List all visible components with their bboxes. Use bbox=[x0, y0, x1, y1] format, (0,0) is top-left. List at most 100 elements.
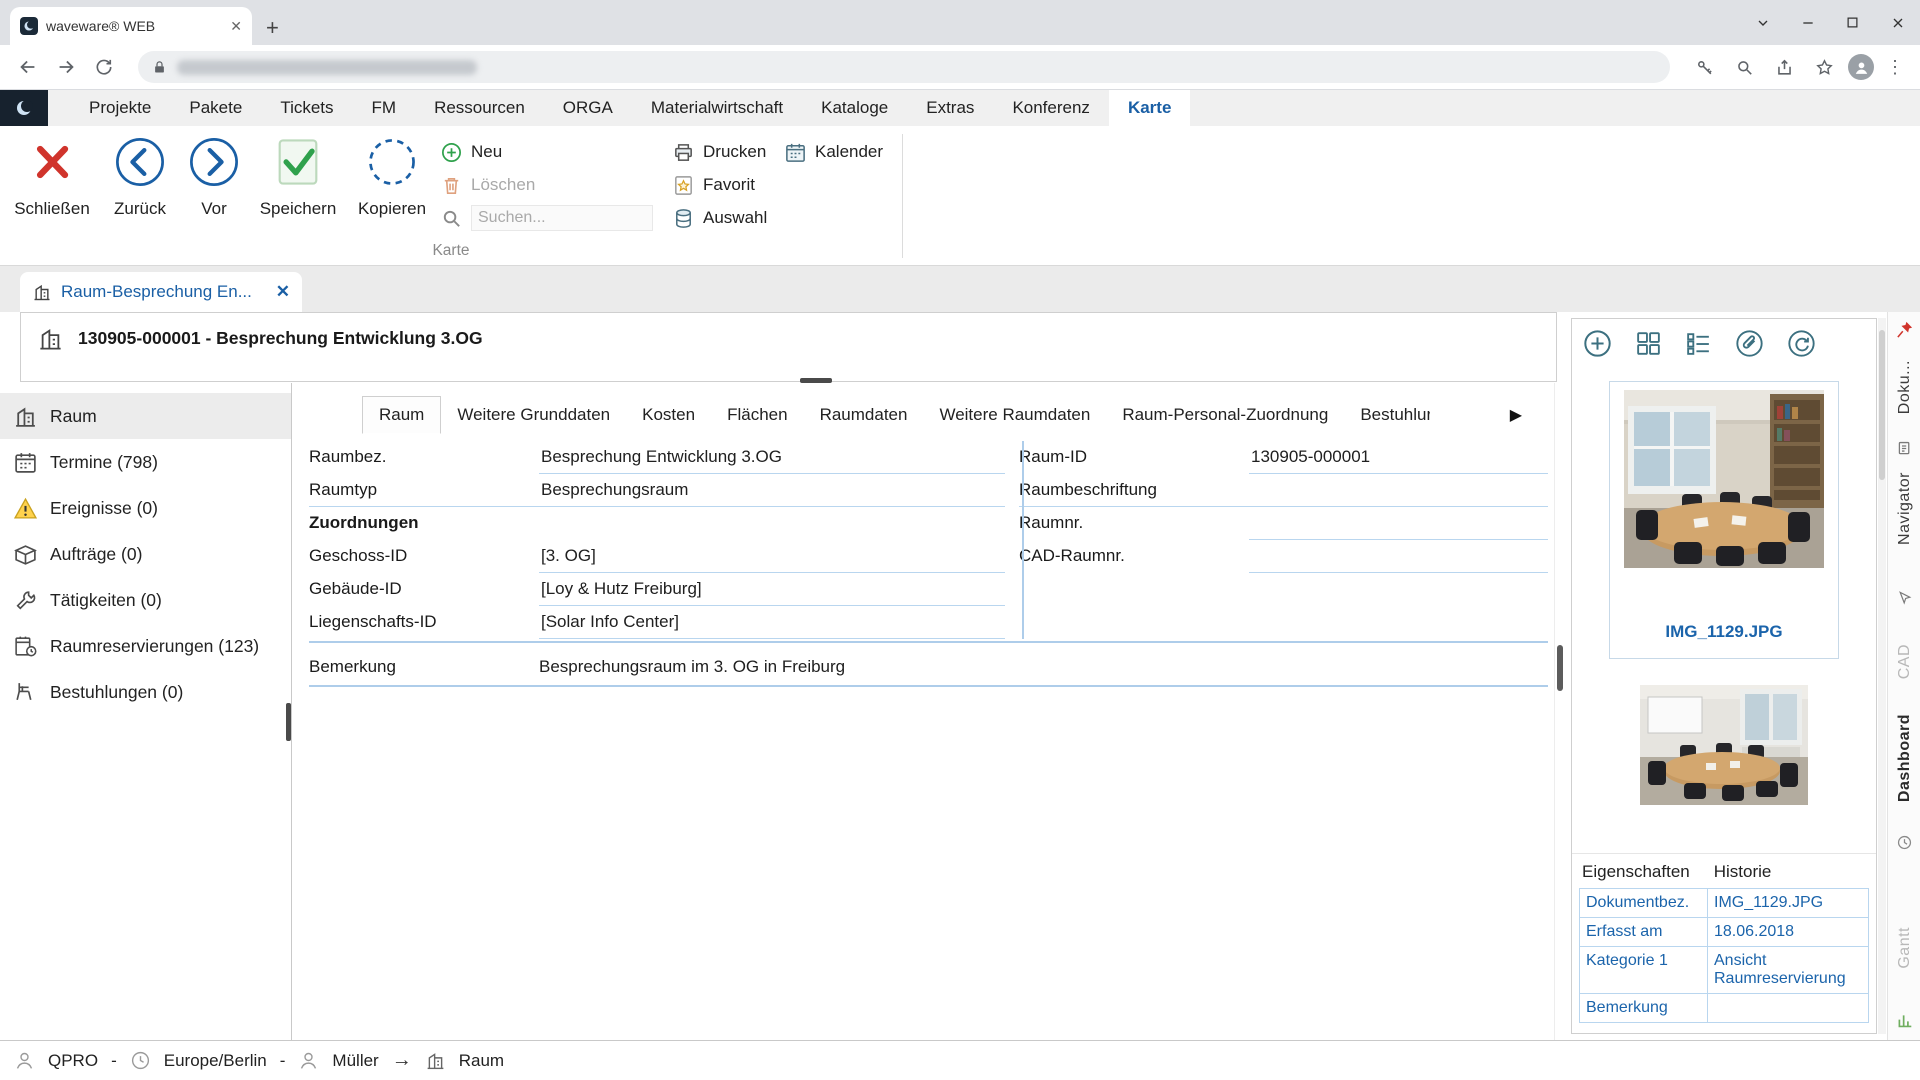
vertical-splitter-handle[interactable] bbox=[286, 703, 291, 741]
window-minimize-icon[interactable] bbox=[1785, 0, 1830, 45]
field-bemerkung[interactable]: Besprechungsraum im 3. OG in Freiburg bbox=[539, 651, 1548, 685]
menu-projekte[interactable]: Projekte bbox=[70, 90, 170, 126]
tab-close-icon[interactable]: ✕ bbox=[230, 18, 242, 35]
sidebar-item-termine[interactable]: Termine (798) bbox=[0, 439, 291, 485]
field-raumtyp[interactable]: Besprechungsraum bbox=[539, 474, 1005, 507]
menu-karte[interactable]: Karte bbox=[1109, 90, 1190, 126]
menu-materialwirtschaft[interactable]: Materialwirtschaft bbox=[632, 90, 802, 126]
menu-konferenz[interactable]: Konferenz bbox=[993, 90, 1109, 126]
document-filename[interactable]: IMG_1129.JPG bbox=[1665, 622, 1782, 642]
menu-ressourcen[interactable]: Ressourcen bbox=[415, 90, 544, 126]
save-button[interactable]: Speichern bbox=[254, 134, 342, 219]
zoom-icon[interactable] bbox=[1728, 51, 1760, 83]
room-photo-2[interactable] bbox=[1640, 685, 1808, 805]
menu-kataloge[interactable]: Kataloge bbox=[802, 90, 907, 126]
field-raumnr[interactable] bbox=[1249, 507, 1548, 540]
room-photo-1[interactable] bbox=[1624, 390, 1824, 568]
new-tab-button[interactable]: + bbox=[266, 17, 279, 39]
document-tab-raum[interactable]: Raum-Besprechung En... ✕ bbox=[20, 272, 302, 312]
document-thumbnail-card[interactable]: IMG_1129.JPG bbox=[1609, 381, 1839, 659]
documents-stack-icon[interactable] bbox=[1888, 440, 1920, 457]
tab-raum-personal-zuordnung[interactable]: Raum-Personal-Zuordnung bbox=[1106, 397, 1344, 433]
browser-menu-icon[interactable]: ⋮ bbox=[1882, 57, 1908, 78]
calendar-button[interactable]: Kalender bbox=[784, 138, 883, 166]
window-maximize-icon[interactable] bbox=[1830, 0, 1875, 45]
new-button[interactable]: Neu bbox=[440, 138, 502, 166]
clock-icon[interactable] bbox=[1888, 834, 1920, 851]
favorite-button[interactable]: Favorit bbox=[672, 171, 755, 199]
refresh-icon[interactable] bbox=[1786, 328, 1817, 359]
browser-back-button[interactable] bbox=[12, 51, 44, 83]
rail-item-gantt[interactable]: Gantt bbox=[1888, 927, 1920, 969]
menu-fm[interactable]: FM bbox=[353, 90, 416, 126]
copy-button[interactable]: Kopieren bbox=[348, 134, 436, 219]
tab-kosten[interactable]: Kosten bbox=[626, 397, 711, 433]
app-logo[interactable] bbox=[0, 90, 48, 126]
sidebar-item-ereignisse[interactable]: Ereignisse (0) bbox=[0, 485, 291, 531]
field-liegenschafts-id[interactable]: [Solar Info Center] bbox=[539, 606, 1005, 639]
sidebar-item-raum[interactable]: Raum bbox=[0, 393, 291, 439]
form-vertical-scrollbar[interactable] bbox=[1554, 383, 1564, 1040]
browser-profile-avatar[interactable] bbox=[1848, 54, 1874, 80]
browser-reload-button[interactable] bbox=[88, 51, 120, 83]
field-geschoss-id[interactable]: [3. OG] bbox=[539, 540, 1005, 573]
list-view-icon[interactable] bbox=[1684, 329, 1713, 358]
delete-button[interactable]: Löschen bbox=[440, 171, 535, 199]
field-raumbez[interactable]: Besprechung Entwicklung 3.OG bbox=[539, 441, 1005, 474]
tab-raumdaten[interactable]: Raumdaten bbox=[804, 397, 924, 433]
print-button[interactable]: Drucken bbox=[672, 138, 766, 166]
person-icon bbox=[14, 1050, 35, 1071]
menu-orga[interactable]: ORGA bbox=[544, 90, 632, 126]
field-raumbeschriftung[interactable] bbox=[1249, 474, 1548, 507]
browser-tab[interactable]: waveware® WEB ✕ bbox=[10, 7, 252, 45]
tab-bestuhlung[interactable]: Bestuhlur bbox=[1344, 397, 1430, 433]
field-gebaeude-id[interactable]: [Loy & Hutz Freiburg] bbox=[539, 573, 1005, 606]
tab-historie[interactable]: Historie bbox=[1714, 862, 1772, 882]
key-icon[interactable] bbox=[1688, 51, 1720, 83]
property-value[interactable]: Ansicht Raumreservierung bbox=[1708, 947, 1869, 994]
tab-eigenschaften[interactable]: Eigenschaften bbox=[1582, 862, 1690, 882]
window-close-icon[interactable] bbox=[1875, 0, 1920, 45]
attachment-icon[interactable] bbox=[1734, 328, 1765, 359]
ribbon-search-input[interactable] bbox=[471, 205, 653, 231]
sidebar-item-bestuhlungen[interactable]: Bestuhlungen (0) bbox=[0, 669, 291, 715]
url-field[interactable] bbox=[138, 51, 1670, 83]
bar-chart-icon[interactable] bbox=[1888, 1012, 1920, 1029]
close-record-button[interactable]: Schließen bbox=[8, 134, 96, 219]
panel-scrollbar-thumb[interactable] bbox=[1879, 330, 1885, 480]
forward-record-button[interactable]: Vor bbox=[170, 134, 258, 219]
sidebar-item-auftraege[interactable]: Aufträge (0) bbox=[0, 531, 291, 577]
menu-extras[interactable]: Extras bbox=[907, 90, 993, 126]
grid-view-icon[interactable] bbox=[1634, 329, 1663, 358]
selection-button[interactable]: Auswahl bbox=[672, 204, 767, 232]
property-value[interactable]: IMG_1129.JPG bbox=[1708, 889, 1869, 918]
window-menu-chevron-icon[interactable] bbox=[1740, 0, 1785, 45]
field-raum-id[interactable]: 130905-000001 bbox=[1249, 441, 1548, 474]
rail-item-cad[interactable]: CAD bbox=[1888, 644, 1920, 679]
tabs-overflow-arrow[interactable]: ▶ bbox=[1510, 405, 1522, 425]
bookmark-star-icon[interactable] bbox=[1808, 51, 1840, 83]
document-tab-close-icon[interactable]: ✕ bbox=[276, 282, 290, 302]
scrollbar-thumb[interactable] bbox=[1557, 645, 1563, 691]
field-cad-raumnr[interactable] bbox=[1249, 540, 1548, 573]
tab-raum[interactable]: Raum bbox=[362, 396, 441, 434]
lock-icon[interactable] bbox=[152, 60, 167, 75]
menu-pakete[interactable]: Pakete bbox=[170, 90, 261, 126]
tab-weitere-raumdaten[interactable]: Weitere Raumdaten bbox=[923, 397, 1106, 433]
share-icon[interactable] bbox=[1768, 51, 1800, 83]
property-value[interactable] bbox=[1708, 994, 1869, 1023]
menu-tickets[interactable]: Tickets bbox=[261, 90, 352, 126]
rail-item-dokumente[interactable]: Doku... bbox=[1888, 360, 1920, 414]
sidebar-item-taetigkeiten[interactable]: Tätigkeiten (0) bbox=[0, 577, 291, 623]
add-document-icon[interactable] bbox=[1582, 328, 1613, 359]
property-value[interactable]: 18.06.2018 bbox=[1708, 918, 1869, 947]
pin-icon[interactable] bbox=[1888, 320, 1920, 339]
browser-forward-button[interactable] bbox=[50, 51, 82, 83]
tab-weitere-grunddaten[interactable]: Weitere Grunddaten bbox=[441, 397, 626, 433]
sidebar-item-raumreservierungen[interactable]: Raumreservierungen (123) bbox=[0, 623, 291, 669]
rail-item-dashboard[interactable]: Dashboard bbox=[1888, 714, 1920, 802]
rail-item-navigator[interactable]: Navigator bbox=[1888, 472, 1920, 545]
navigator-cursor-icon[interactable] bbox=[1888, 590, 1920, 606]
horizontal-splitter-handle[interactable] bbox=[800, 378, 832, 383]
tab-flaechen[interactable]: Flächen bbox=[711, 397, 803, 433]
